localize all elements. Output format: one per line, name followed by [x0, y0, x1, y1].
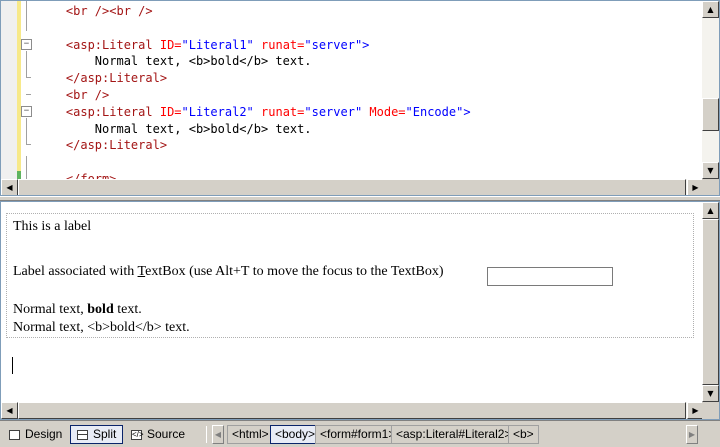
breadcrumb-item[interactable]: <body>	[270, 425, 321, 444]
code-token: >	[463, 104, 471, 119]
split-view-icon	[77, 430, 88, 440]
code-token: "Literal2"	[181, 104, 254, 119]
change-tracking-bar	[17, 1, 21, 179]
code-token: </asp:Literal>	[65, 138, 168, 153]
tab-label: Design	[25, 427, 63, 441]
code-token: runat=	[261, 37, 305, 52]
literal1-text[interactable]: Normal text, bold text.	[13, 302, 142, 318]
outline-line	[26, 118, 27, 144]
code-token: "Literal1"	[181, 37, 254, 52]
breadcrumb-next-icon[interactable]: ▶	[686, 425, 698, 444]
literal-bold-text: bold	[87, 302, 114, 317]
saved-change-bar	[17, 171, 21, 179]
scroll-up-arrow-icon[interactable]: ▲	[702, 1, 719, 18]
scroll-up-arrow-icon[interactable]: ▲	[702, 202, 719, 219]
outline-tick	[26, 144, 31, 145]
code-line: <asp:Literal ID="Literal2" runat="server…	[37, 104, 471, 121]
outline-tick	[26, 94, 31, 95]
text-caret	[12, 357, 13, 374]
scroll-left-arrow-icon[interactable]: ◀	[1, 402, 18, 419]
breadcrumb-item[interactable]: <html>	[227, 425, 274, 444]
textbox-label[interactable]: Label associated with TextBox (use Alt+T…	[13, 264, 444, 280]
code-token: "server"	[304, 37, 363, 52]
literal-text: Normal text,	[13, 302, 88, 317]
collapse-icon[interactable]: −	[21, 39, 32, 50]
design-surface[interactable]: This is a label Label associated with Te…	[0, 201, 720, 420]
scrollbar-thumb[interactable]	[702, 219, 719, 385]
code-token: runat=	[261, 104, 305, 119]
label-text: extBox (use Alt+T to move the focus to t…	[145, 264, 444, 279]
scroll-down-arrow-icon[interactable]: ▼	[702, 385, 719, 402]
literal2-text[interactable]: Normal text, <b>bold</b> text.	[13, 320, 190, 336]
breadcrumb-item[interactable]: <b>	[508, 425, 539, 444]
scrollbar-thumb[interactable]	[702, 98, 719, 131]
outline-tick	[26, 77, 31, 78]
access-key: T	[137, 264, 146, 279]
form-container[interactable]: This is a label Label associated with Te…	[6, 213, 694, 338]
view-switcher-bar: Design Split </> Source ◀ <html> <body> …	[0, 420, 720, 447]
code-token: <br /><br />	[65, 4, 153, 18]
code-horizontal-scrollbar[interactable]: ◀ ▶	[1, 179, 704, 195]
scroll-down-arrow-icon[interactable]: ▼	[702, 162, 719, 179]
outline-line	[26, 156, 27, 179]
scrollbar-corner	[702, 402, 719, 419]
scrollbar-thumb[interactable]	[18, 179, 686, 195]
code-line: </asp:Literal>	[37, 137, 471, 154]
outline-line	[26, 51, 27, 77]
code-token: "Encode"	[405, 104, 464, 119]
outline-line	[26, 1, 27, 31]
breadcrumb-item[interactable]: <form#form1>	[315, 425, 401, 444]
design-view-icon	[9, 430, 20, 440]
code-token: Mode=	[369, 104, 406, 119]
label-text: Label associated with	[13, 264, 138, 279]
code-text[interactable]: <br /><br /> <asp:Literal ID="Literal1" …	[37, 3, 471, 188]
toolbar-separator	[206, 426, 207, 443]
breadcrumb-item[interactable]: <asp:Literal#Literal2>	[391, 425, 517, 444]
tab-label: Source	[147, 427, 186, 441]
collapse-icon[interactable]: −	[21, 106, 32, 117]
code-line: </asp:Literal>	[37, 70, 471, 87]
scroll-left-arrow-icon[interactable]: ◀	[1, 179, 18, 195]
code-line: <br /><br />	[37, 3, 471, 20]
code-token: <br />	[65, 87, 110, 102]
code-line: <br />	[37, 87, 471, 104]
scrollbar-thumb[interactable]	[18, 402, 686, 419]
code-token: <asp:Literal	[65, 37, 153, 52]
editor-gutter	[1, 1, 17, 179]
design-vertical-scrollbar[interactable]: ▲ ▼	[702, 202, 719, 402]
textbox-input[interactable]	[487, 267, 613, 286]
tab-split[interactable]: Split	[70, 425, 124, 444]
label-text[interactable]: This is a label	[13, 219, 91, 235]
tab-source[interactable]: </> Source	[124, 425, 192, 444]
code-line: Normal text, <b>bold</b> text.	[37, 53, 471, 70]
scrollbar-corner	[702, 179, 719, 195]
code-line: <asp:Literal ID="Literal1" runat="server…	[37, 37, 471, 54]
tab-design[interactable]: Design	[2, 425, 69, 444]
code-token: ID=	[159, 104, 182, 119]
code-line: Normal text, <b>bold</b> text.	[37, 121, 471, 138]
source-view-icon: </>	[131, 430, 144, 440]
code-token: <asp:Literal	[65, 104, 153, 119]
code-token: Normal text, <b>bold</b> text.	[94, 54, 312, 69]
code-token: "server"	[304, 104, 363, 119]
breadcrumb-prev-icon[interactable]: ◀	[212, 425, 224, 444]
code-token: ID=	[159, 37, 182, 52]
literal-text: text.	[113, 302, 142, 317]
code-token: >	[362, 37, 370, 52]
code-token: Normal text, <b>bold</b> text.	[94, 121, 312, 136]
source-editor[interactable]: − − <br /><br /> <asp:Literal ID="Litera…	[0, 0, 720, 196]
code-vertical-scrollbar[interactable]: ▲ ▼	[702, 1, 719, 179]
tab-label: Split	[93, 427, 117, 441]
code-token: </asp:Literal>	[65, 71, 168, 86]
design-horizontal-scrollbar[interactable]: ◀ ▶	[1, 402, 704, 419]
